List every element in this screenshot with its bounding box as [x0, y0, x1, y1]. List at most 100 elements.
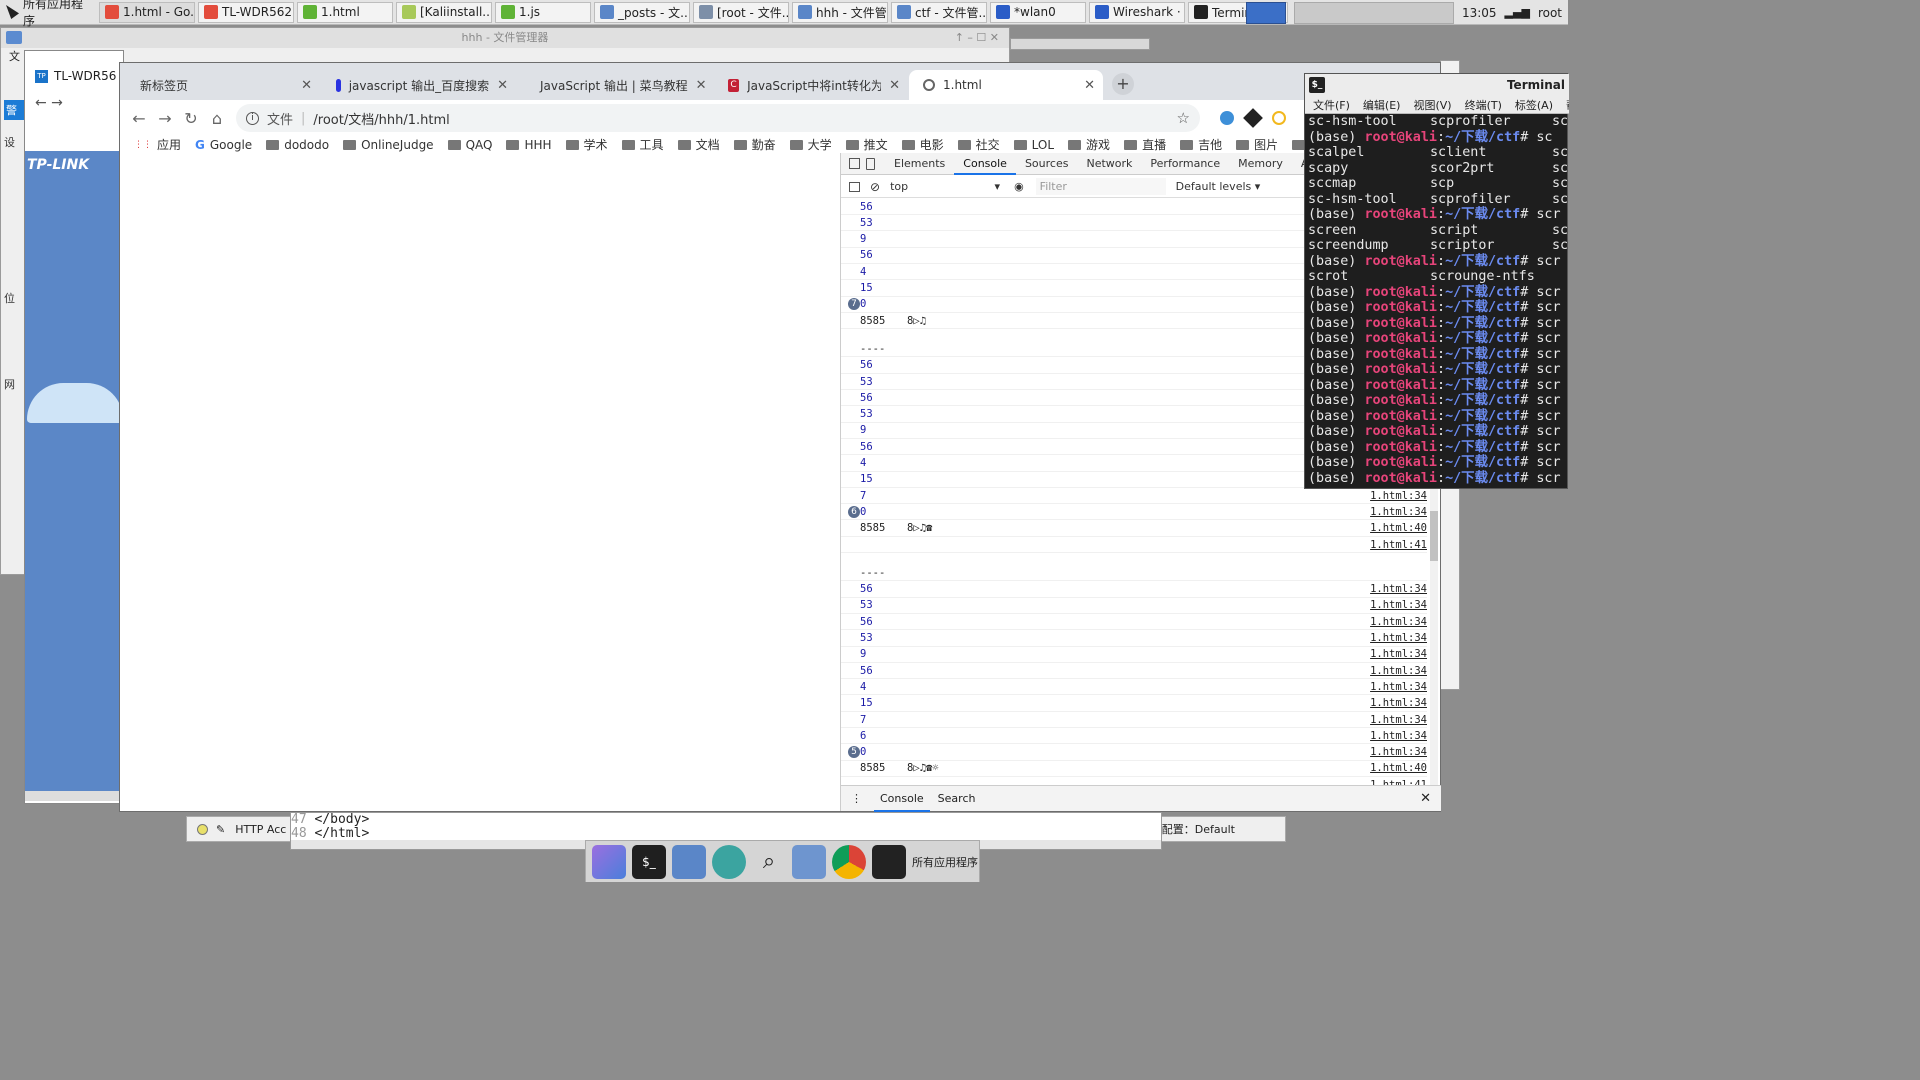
bookmark-star-icon[interactable]: ☆	[1177, 109, 1190, 127]
bookmark-folder[interactable]: 直播	[1124, 136, 1166, 153]
tplink-scrollbar[interactable]	[25, 791, 123, 801]
taskbar-task[interactable]: *wlan0	[990, 1, 1086, 23]
console-source-link[interactable]: 1.html:41	[1370, 539, 1427, 551]
folder-launcher-icon[interactable]	[792, 844, 826, 879]
console-source-link[interactable]: 1.html:34	[1370, 506, 1427, 518]
tab-1-html[interactable]: 1.html ✕	[909, 70, 1103, 100]
desktop-icon[interactable]	[592, 844, 626, 879]
extension-icon-3[interactable]	[1272, 111, 1286, 125]
bookmark-folder[interactable]: 游戏	[1068, 136, 1110, 153]
forward-button[interactable]: →	[152, 109, 178, 128]
applications-menu[interactable]: 所有应用程序	[0, 0, 96, 28]
terminal-menu-item[interactable]: 编辑(E)	[1363, 97, 1401, 113]
bookmark-folder[interactable]: 社交	[957, 136, 1000, 153]
bookmark-folder[interactable]: HHH	[506, 138, 552, 152]
bookmark-folder[interactable]: 电影	[901, 136, 944, 153]
taskbar-task[interactable]: _posts - 文...	[594, 1, 690, 23]
sidebar-toggle-icon[interactable]	[849, 181, 860, 192]
extension-icon-1[interactable]	[1220, 111, 1234, 125]
tplink-tab[interactable]: TP TL-WDR56	[35, 65, 116, 87]
terminal-menu-item[interactable]: 视图(V)	[1413, 97, 1451, 113]
context-select[interactable]: top ▾	[890, 180, 1000, 193]
console-source-link[interactable]: 1.html:34	[1370, 665, 1427, 677]
devtools-tab-elements[interactable]: Elements	[885, 153, 954, 175]
clock[interactable]: 13:05	[1462, 6, 1497, 20]
bookmark-folder[interactable]: LOL	[1013, 138, 1054, 152]
bookmark-folder[interactable]: 文档	[677, 136, 720, 153]
drawer-tab-console[interactable]: Console	[874, 786, 930, 812]
devtools-tab-network[interactable]: Network	[1077, 153, 1141, 175]
browser-launcher-icon[interactable]	[712, 844, 746, 879]
address-bar[interactable]: i 文件 | /root/文档/hhh/1.html ☆	[236, 104, 1200, 132]
bookmark-folder[interactable]: QAQ	[447, 138, 492, 152]
console-source-link[interactable]: 1.html:34	[1370, 746, 1427, 758]
bookmark-folder[interactable]: 吉他	[1180, 136, 1222, 153]
dock-apps-label[interactable]: 所有应用程序	[912, 854, 978, 870]
user-name[interactable]: root	[1538, 6, 1562, 20]
taskbar-task[interactable]: 1.js	[495, 1, 591, 23]
taskbar-task[interactable]: [root - 文件...	[693, 1, 789, 23]
workspace-switcher[interactable]	[1293, 1, 1454, 24]
bookmark-apps[interactable]: ⋮⋮ 应用	[134, 136, 181, 153]
bookmark-folder[interactable]: 勤奋	[733, 136, 776, 153]
chrome-launcher-icon[interactable]	[832, 844, 866, 879]
bookmark-google[interactable]: G Google	[195, 138, 252, 152]
bookmark-folder[interactable]: 图片	[1236, 136, 1278, 153]
bookmark-folder[interactable]: 推文	[845, 136, 888, 153]
close-icon[interactable]: ✕	[1420, 791, 1431, 806]
search-icon[interactable]: ⌕	[752, 845, 786, 879]
console-source-link[interactable]: 1.html:34	[1370, 648, 1427, 660]
bookmark-folder[interactable]: 学术	[565, 136, 608, 153]
file-manager-launcher-icon[interactable]	[672, 844, 706, 879]
new-tab-button[interactable]: +	[1112, 73, 1134, 95]
device-toolbar-icon[interactable]	[866, 157, 875, 170]
console-source-link[interactable]: 1.html:34	[1370, 490, 1427, 502]
close-icon[interactable]: ✕	[889, 78, 900, 93]
console-source-link[interactable]: 1.html:40	[1370, 522, 1427, 534]
extension-icon-2[interactable]	[1243, 108, 1263, 128]
back-button[interactable]: ←	[126, 109, 152, 128]
terminal-menu-item[interactable]: 标签(A)	[1515, 97, 1553, 113]
bookmark-folder[interactable]: dododo	[266, 138, 329, 152]
console-source-link[interactable]: 1.html:34	[1370, 681, 1427, 693]
taskbar-task[interactable]: ctf - 文件管...	[891, 1, 987, 23]
devtools-tab-console[interactable]: Console	[954, 153, 1016, 175]
terminal-menu-item[interactable]: 帮	[1566, 97, 1569, 113]
taskbar-task[interactable]: hhh - 文件管...	[792, 1, 888, 23]
console-source-link[interactable]: 1.html:34	[1370, 616, 1427, 628]
bookmark-folder[interactable]: OnlineJudge	[343, 138, 434, 152]
terminal-menu-item[interactable]: 文件(F)	[1313, 97, 1350, 113]
console-source-link[interactable]: 1.html:34	[1370, 632, 1427, 644]
console-source-link[interactable]: 1.html:34	[1370, 583, 1427, 595]
console-source-link[interactable]: 1.html:34	[1370, 714, 1427, 726]
close-icon[interactable]: ✕	[497, 78, 508, 93]
scrollbar-thumb[interactable]	[1430, 511, 1438, 561]
console-source-link[interactable]: 1.html:34	[1370, 697, 1427, 709]
terminal-launcher-icon[interactable]: $_	[632, 844, 666, 879]
close-icon[interactable]: ✕	[696, 78, 707, 93]
tab-csdn[interactable]: C JavaScript中将int转化为cha ✕	[714, 70, 908, 100]
window-controls[interactable]: ↑ – ☐ ✕	[955, 28, 999, 48]
taskbar-task[interactable]: TL-WDR562...	[198, 1, 294, 23]
tab-baidu[interactable]: javascript 输出_百度搜索 ✕	[322, 70, 516, 100]
drawer-tab-search[interactable]: Search	[938, 792, 976, 805]
taskbar-task[interactable]: [Kaliinstall....	[396, 1, 492, 23]
chrome-tray-icon[interactable]	[1245, 1, 1286, 24]
taskbar-task[interactable]: 1.html	[297, 1, 393, 23]
kali-menu-icon[interactable]	[872, 844, 906, 879]
taskbar-task[interactable]: 1.html - Go...	[99, 1, 195, 23]
inspect-icon[interactable]	[849, 158, 860, 169]
devtools-tab-memory[interactable]: Memory	[1229, 153, 1292, 175]
taskbar-task[interactable]: Wireshark · ...	[1089, 1, 1185, 23]
bookmark-folder[interactable]: 工具	[621, 136, 664, 153]
eye-icon[interactable]: ◉	[1014, 180, 1024, 193]
console-source-link[interactable]: 1.html:40	[1370, 762, 1427, 774]
close-icon[interactable]: ✕	[301, 78, 312, 93]
drawer-menu-icon[interactable]: ⋮	[851, 792, 862, 805]
console-source-link[interactable]: 1.html:34	[1370, 599, 1427, 611]
clear-console-icon[interactable]: ⊘	[870, 180, 880, 194]
info-icon[interactable]: i	[246, 111, 259, 125]
close-icon[interactable]: ✕	[1084, 78, 1095, 93]
console-source-link[interactable]: 1.html:34	[1370, 730, 1427, 742]
terminal-menu-item[interactable]: 终端(T)	[1465, 97, 1502, 113]
